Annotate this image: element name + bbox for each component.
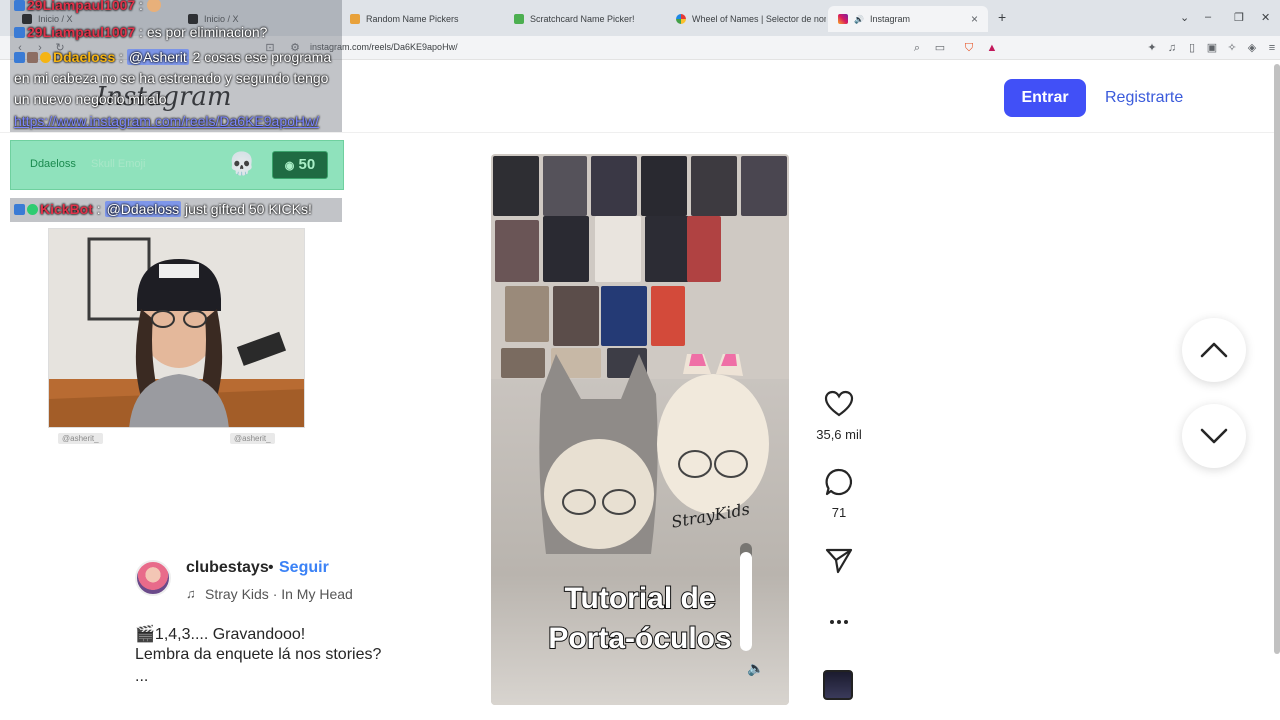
- tab-label: Random Name Pickers: [366, 14, 459, 24]
- chat-message: Ddaeloss : @Asherit 2 cosas ese programa…: [14, 49, 332, 107]
- chat-text: : es por eliminacion?: [135, 24, 268, 40]
- volume-icon[interactable]: 🔈: [747, 660, 764, 677]
- extensions-icon[interactable]: ✦: [1144, 40, 1160, 56]
- brave-shield-icon[interactable]: ⛉: [961, 40, 977, 56]
- caption-line: 🎬1,4,3.... Gravandooo!: [135, 626, 306, 643]
- gift-username: Ddaeloss: [30, 158, 76, 170]
- tab-list-icon[interactable]: ⌄: [1180, 11, 1189, 24]
- chat-badge-icon: [14, 204, 25, 215]
- scratchcard-icon: [514, 14, 524, 24]
- kickbot-message: KickBot : @Ddaeloss just gifted 50 KICKs…: [14, 199, 312, 220]
- signup-link[interactable]: Registrarte: [1105, 89, 1183, 107]
- gift-amount: 50: [298, 156, 316, 173]
- tab-scratchcard[interactable]: Scratchcard Name Picker!: [504, 6, 664, 32]
- separator-dot: •: [268, 559, 274, 576]
- caption-more[interactable]: ...: [135, 668, 148, 686]
- tab-label: Instagram: [869, 14, 910, 24]
- caption-line: Lembra da enquete lá nos stories?: [135, 646, 382, 663]
- page-scrollbar[interactable]: [1274, 64, 1280, 654]
- header-divider: [0, 132, 1280, 133]
- cast-icon[interactable]: ▭: [932, 40, 948, 56]
- chevron-up-icon: [1200, 342, 1228, 358]
- ai-icon[interactable]: ✧: [1224, 40, 1240, 56]
- audio-track-link[interactable]: Stray Kids · In My Head: [205, 586, 353, 602]
- tab-label: Scratchcard Name Picker!: [530, 14, 635, 24]
- skull-icon: 💀: [228, 151, 256, 176]
- gift-item-name: Skull Emoji: [91, 158, 146, 170]
- rewards-icon[interactable]: ▲: [984, 40, 1000, 56]
- chat-message: 29Liampaul1007 : es por eliminacion?: [14, 22, 267, 43]
- comment-icon[interactable]: [823, 466, 855, 498]
- tab-label: Wheel of Names | Selector de nomb: [692, 14, 826, 24]
- close-tab-icon[interactable]: ×: [971, 12, 978, 26]
- chat-link: https://www.instagram.com/reels/Da6KE9ap…: [14, 113, 320, 129]
- more-options-icon[interactable]: [823, 606, 855, 638]
- chat-text: :: [135, 0, 147, 13]
- streamer-webcam: [48, 228, 305, 428]
- login-button[interactable]: Entrar: [1004, 79, 1086, 117]
- close-window-icon[interactable]: ✕: [1261, 11, 1270, 24]
- chat-badge-icon: [14, 27, 25, 38]
- chat-mention: @Ddaeloss: [104, 201, 182, 217]
- sidebar-icon[interactable]: ▯: [1184, 40, 1200, 56]
- next-reel-button[interactable]: [1182, 404, 1246, 468]
- author-username[interactable]: clubestays: [186, 559, 269, 577]
- chat-username: Ddaeloss: [53, 49, 116, 65]
- wallet-icon[interactable]: ▣: [1204, 40, 1220, 56]
- previous-reel-button[interactable]: [1182, 318, 1246, 382]
- share-send-icon[interactable]: [823, 544, 855, 576]
- instagram-icon: [838, 14, 848, 24]
- comments-count: 71: [831, 505, 847, 520]
- menu-icon[interactable]: ≡: [1264, 40, 1280, 56]
- picker-icon: [350, 14, 360, 24]
- gift-badge-icon: [27, 52, 38, 63]
- volume-slider[interactable]: [740, 543, 752, 651]
- chat-username: KickBot: [40, 201, 93, 217]
- emote-icon: [146, 0, 161, 12]
- like-heart-icon[interactable]: [823, 388, 855, 420]
- minimize-icon[interactable]: –: [1205, 11, 1211, 23]
- kick-coin-icon: ◉: [284, 160, 295, 172]
- social-handle: @asherit_: [58, 433, 103, 444]
- tab-random-name-pickers[interactable]: Random Name Pickers: [340, 6, 502, 32]
- chat-username: 29Liampaul1007: [27, 24, 136, 40]
- chat-text: just gifted 50 KICKs!: [181, 201, 312, 217]
- tab-wheel-of-names[interactable]: Wheel of Names | Selector de nomb: [666, 6, 826, 32]
- follow-button[interactable]: Seguir: [279, 559, 329, 577]
- volume-slider-fill: [740, 551, 752, 651]
- chat-badge-icon: [14, 0, 25, 11]
- speaker-icon: 🔊: [854, 14, 864, 24]
- likes-count: 35,6 mil: [816, 427, 862, 442]
- new-tab-icon[interactable]: +: [998, 9, 1006, 25]
- chat-mention: @Asherit: [126, 49, 189, 65]
- zoom-icon[interactable]: ⌕: [909, 40, 925, 56]
- chat-badge-icon: [14, 52, 25, 63]
- verified-badge-icon: [27, 204, 38, 215]
- chat-message: 29Liampaul1007 :: [14, 0, 161, 16]
- reel-video[interactable]: StrayKids Tutorial de Porta-óculos 🔈: [491, 154, 789, 705]
- author-avatar[interactable]: [135, 560, 171, 596]
- webcam-scene: [49, 229, 304, 427]
- social-handle: @asherit_: [230, 433, 275, 444]
- chat-message: https://www.instagram.com/reels/Da6KE9ap…: [14, 111, 319, 132]
- video-poster-wall: [491, 154, 789, 379]
- chat-username: 29Liampaul1007: [27, 0, 136, 13]
- video-character-figures: [539, 354, 769, 554]
- wheel-icon: [676, 14, 686, 24]
- chevron-down-icon: [1200, 428, 1228, 444]
- music-icon[interactable]: ♫: [1164, 40, 1180, 56]
- tab-instagram[interactable]: 🔊 Instagram ×: [828, 6, 988, 32]
- coin-badge-icon: [40, 52, 51, 63]
- audio-thumbnail[interactable]: [823, 670, 853, 700]
- restore-icon[interactable]: ❐: [1234, 11, 1244, 24]
- gift-amount-badge: ◉ 50: [272, 151, 328, 179]
- vpn-icon[interactable]: ◈: [1244, 40, 1260, 56]
- music-note-icon: ♫: [186, 586, 196, 601]
